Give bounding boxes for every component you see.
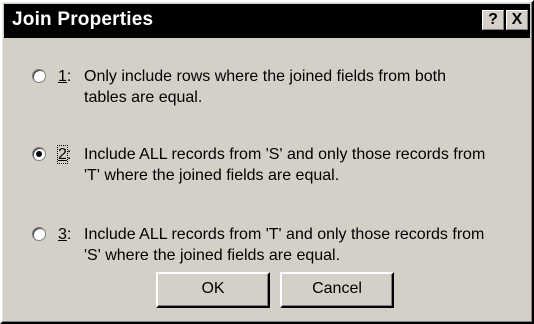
cancel-button[interactable]: Cancel — [280, 272, 394, 308]
radio-button-option-1[interactable] — [32, 69, 46, 83]
title-bar[interactable]: Join Properties ? X — [4, 4, 530, 38]
radio-selected-dot — [36, 151, 42, 157]
option-1-label: Only include rows where the joined field… — [84, 68, 446, 106]
join-properties-dialog: Join Properties ? X 1: Only include rows… — [0, 0, 534, 324]
help-icon: ? — [488, 11, 498, 28]
close-button[interactable]: X — [506, 10, 528, 30]
radio-button-option-2[interactable] — [32, 147, 46, 161]
dialog-title: Join Properties — [12, 9, 154, 30]
ok-button[interactable]: OK — [156, 272, 270, 308]
help-button[interactable]: ? — [482, 10, 504, 30]
option-2-accelerator: 2: — [57, 145, 72, 164]
radio-button-option-3[interactable] — [32, 227, 46, 241]
close-icon: X — [511, 11, 523, 28]
option-3-accelerator: 3: — [58, 226, 72, 243]
option-3-label: Include ALL records from 'T' and only th… — [84, 226, 485, 264]
option-2-label: Include ALL records from 'S' and only th… — [84, 146, 486, 184]
option-1-accelerator: 1: — [58, 68, 72, 85]
